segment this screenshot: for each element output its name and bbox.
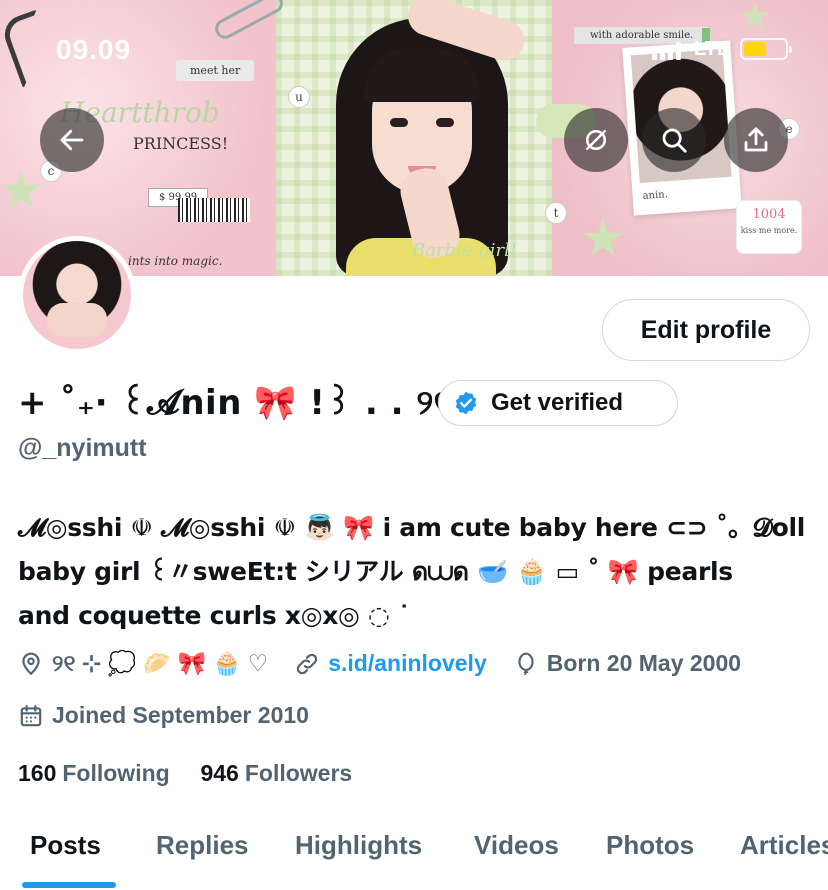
calendar-icon (20, 704, 42, 726)
joined-row: Joined September 2010 (18, 702, 335, 729)
bio-line: 𝓜◎sshi ☫ 𝓜◎sshi ☫ 👼🏻 🎀 i am cute baby he… (18, 513, 806, 542)
letter-bead: u (288, 86, 310, 108)
stamp-number: 1004 (752, 207, 786, 222)
tab-highlights[interactable]: Highlights (295, 830, 422, 861)
followers-link[interactable]: 946 Followers (200, 760, 352, 786)
link-icon (297, 653, 318, 674)
princess-text: PRINCESS! (133, 134, 229, 153)
bio-line: and coquette curls x◎x◎ ◌ ˙ (18, 601, 411, 630)
bio: 𝓜◎sshi ☫ 𝓜◎sshi ☫ 👼🏻 🎀 i am cute baby he… (18, 506, 818, 638)
barbie-girl-text: Barbie girl! (412, 240, 518, 261)
location-text: ୨୧ ⊹ 💭 🥟 🎀 🧁 ♡ (52, 650, 269, 676)
followers-label: Followers (244, 760, 353, 786)
back-button[interactable] (40, 108, 104, 172)
bio-line: baby girl ꒰〃sweEt:t シリアル ด⩊ด 🥣 🧁 ▭ ˚ 🎀 p… (18, 557, 733, 586)
followers-count: 946 (200, 760, 239, 786)
website-item[interactable]: s.id/aninlovely (294, 650, 487, 677)
profile-meta-row: ୨୧ ⊹ 💭 🥟 🎀 🧁 ♡ s.id/aninlovely Born 20 M… (18, 650, 767, 677)
no-sync-icon (586, 130, 606, 150)
avatar[interactable] (18, 236, 136, 354)
tab-posts[interactable]: Posts (30, 830, 101, 861)
following-label: Following (62, 760, 170, 786)
kiss-me-stamp: 1004 kiss me more. (736, 200, 802, 254)
avatar-photo (23, 241, 131, 349)
birthday-item: Born 20 May 2000 (513, 650, 741, 677)
tab-replies[interactable]: Replies (156, 830, 249, 861)
balloon-icon (518, 652, 534, 675)
signal-icon (652, 40, 682, 60)
letter-bead: t (545, 202, 567, 224)
follow-stats: 160 Following 946 Followers (18, 760, 352, 787)
profile-tabs: Posts Replies Highlights Videos Photos A… (0, 824, 828, 890)
location-item: ୨୧ ⊹ 💭 🥟 🎀 🧁 ♡ (18, 650, 268, 677)
tab-articles[interactable]: Articles (740, 830, 828, 861)
share-button[interactable] (724, 108, 788, 172)
following-link[interactable]: 160 Following (18, 760, 176, 786)
joined-text: Joined September 2010 (52, 702, 309, 728)
following-count: 160 (18, 760, 57, 786)
tab-photos[interactable]: Photos (606, 830, 694, 861)
no-sync-button[interactable] (564, 108, 628, 172)
get-verified-label: Get verified (491, 389, 624, 416)
battery-icon (740, 38, 792, 60)
status-time: 09.09 (56, 34, 132, 65)
user-handle: @_nyimutt (18, 434, 147, 462)
magic-text: ints into magic. (128, 254, 223, 268)
verified-badge-icon (455, 391, 477, 415)
joined-item: Joined September 2010 (18, 702, 309, 729)
banner-portrait (336, 0, 530, 276)
website-link[interactable]: s.id/aninlovely (328, 650, 487, 677)
arrow-left-icon (60, 129, 84, 151)
get-verified-button[interactable]: Get verified (438, 380, 678, 426)
display-name: + ˚₊‧ ꒰𝓐nin 🎀 !꒱ . . ୨୧ (18, 383, 452, 423)
network-label: LTE (694, 38, 731, 60)
stamp-text: kiss me more. (740, 226, 798, 235)
search-icon (662, 128, 687, 153)
battery-level (744, 42, 766, 56)
location-pin-icon (22, 652, 40, 675)
tab-videos[interactable]: Videos (474, 830, 559, 861)
birthday-text: Born 20 May 2000 (546, 650, 742, 676)
edit-profile-button[interactable]: Edit profile (602, 299, 810, 361)
barcode-decoration (178, 198, 250, 222)
search-button[interactable] (642, 108, 706, 172)
adorable-smile-tag: with adorable smile. (574, 27, 710, 44)
active-tab-indicator (22, 882, 116, 888)
polaroid-caption: anin. (642, 189, 669, 202)
meet-her-tag: meet her (176, 60, 255, 81)
share-icon (744, 127, 768, 152)
